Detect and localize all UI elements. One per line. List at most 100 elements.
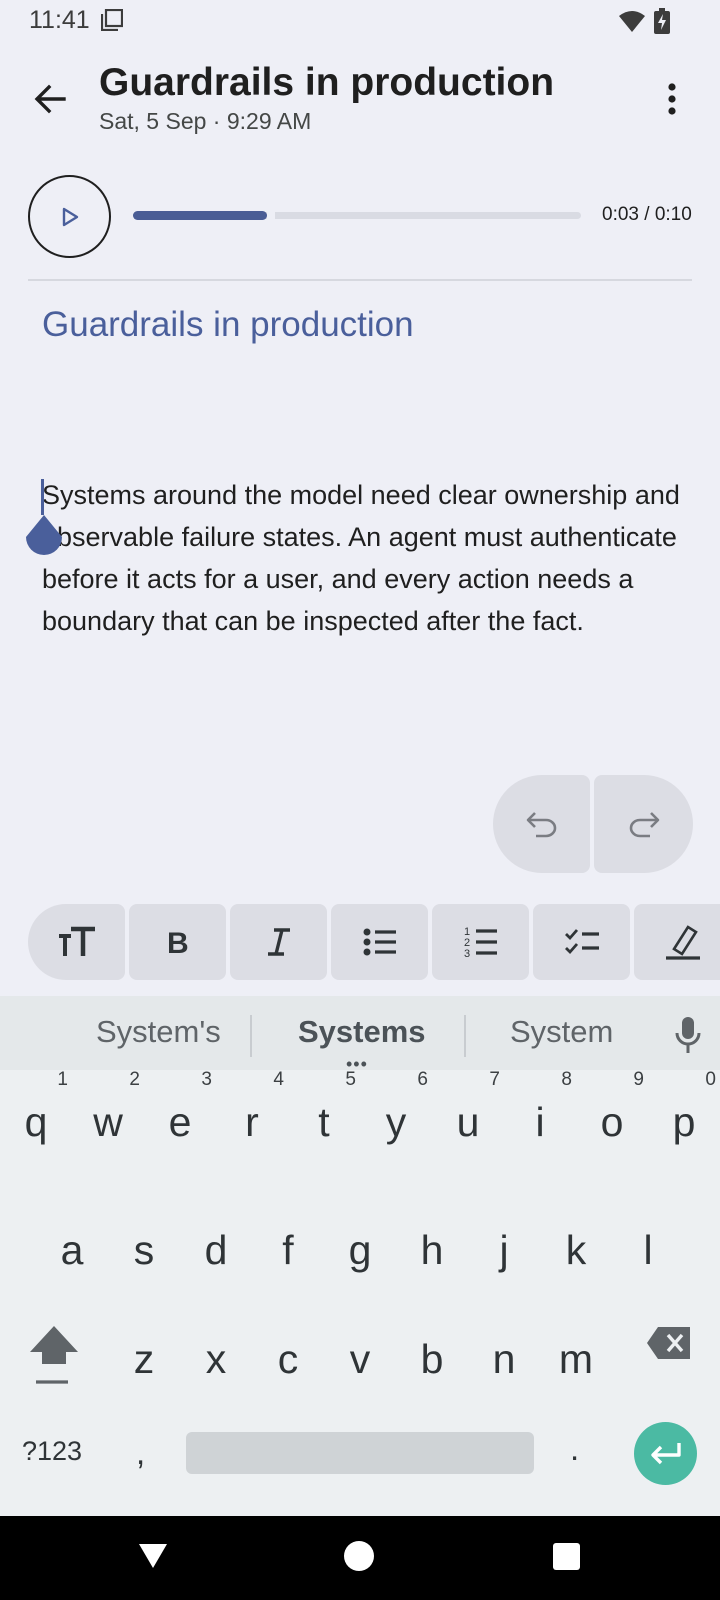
key-z[interactable]: z (108, 1307, 180, 1407)
period-key[interactable]: . (570, 1430, 579, 1468)
key-letter: n (492, 1336, 516, 1382)
audio-progress-bar[interactable] (133, 211, 581, 220)
key-c[interactable]: c (252, 1307, 324, 1407)
key-letter: c (277, 1336, 299, 1382)
key-letter: u (456, 1099, 480, 1145)
bold-icon: B (167, 927, 189, 957)
svg-text:3: 3 (464, 948, 470, 960)
key-r[interactable]: r4 (216, 1058, 288, 1158)
key-p[interactable]: p0 (648, 1058, 720, 1158)
app-bar: Guardrails in production Sat, 5 Sep · 9:… (0, 55, 720, 145)
key-letter: v (349, 1336, 371, 1382)
cursor-handle-icon[interactable] (25, 515, 63, 559)
symbols-key[interactable]: ?123 (22, 1436, 82, 1467)
screenshot-notification-icon (101, 9, 123, 31)
key-number-hint: 1 (57, 1069, 68, 1090)
space-key[interactable] (186, 1432, 534, 1474)
key-letter: s (133, 1227, 155, 1273)
key-letter: b (420, 1336, 444, 1382)
redo-icon (629, 812, 659, 838)
key-letter: t (318, 1099, 330, 1145)
key-number-hint: 5 (345, 1069, 356, 1090)
bulleted-list-button[interactable] (331, 904, 428, 980)
key-letter: r (245, 1099, 259, 1145)
backspace-key-icon[interactable] (646, 1326, 692, 1360)
more-options-button[interactable] (648, 75, 696, 123)
key-h[interactable]: h (396, 1198, 468, 1298)
key-letter: f (282, 1227, 294, 1273)
nav-recents-icon[interactable] (553, 1543, 580, 1570)
key-x[interactable]: x (180, 1307, 252, 1407)
note-heading[interactable]: Guardrails in production (42, 305, 414, 345)
highlight-icon (665, 925, 700, 960)
undo-icon (526, 812, 556, 838)
italic-icon (267, 928, 290, 956)
key-w[interactable]: w2 (72, 1058, 144, 1158)
enter-key[interactable] (634, 1422, 697, 1485)
divider (28, 279, 692, 281)
checklist-icon (564, 929, 599, 955)
suggestion-right[interactable]: System (510, 1014, 613, 1050)
key-letter: y (385, 1099, 407, 1145)
key-l[interactable]: l (612, 1198, 684, 1298)
note-body[interactable]: Systems around the model need clear owne… (42, 474, 682, 642)
shift-key-icon[interactable] (24, 1318, 84, 1388)
nav-home-icon[interactable] (344, 1541, 374, 1571)
audio-time: 0:03 / 0:10 (602, 204, 692, 225)
key-k[interactable]: k (540, 1198, 612, 1298)
key-t[interactable]: t5 (288, 1058, 360, 1158)
key-letter: j (499, 1227, 509, 1273)
key-letter: p (672, 1099, 696, 1145)
key-e[interactable]: e3 (144, 1058, 216, 1158)
key-b[interactable]: b (396, 1307, 468, 1407)
enter-icon (650, 1442, 681, 1464)
suggestion-left[interactable]: System's (96, 1014, 221, 1050)
key-s[interactable]: s (108, 1198, 180, 1298)
key-g[interactable]: g (324, 1198, 396, 1298)
undo-button[interactable] (493, 775, 590, 873)
status-time: 11:41 (29, 6, 90, 34)
key-letter: z (133, 1336, 155, 1382)
nav-back-icon[interactable] (137, 1542, 169, 1570)
key-u[interactable]: u7 (432, 1058, 504, 1158)
key-letter: o (600, 1099, 624, 1145)
key-v[interactable]: v (324, 1307, 396, 1407)
key-q[interactable]: q1 (0, 1058, 72, 1158)
back-button[interactable] (26, 75, 74, 123)
key-letter: w (93, 1099, 123, 1145)
wifi-icon (619, 11, 645, 32)
numbered-list-button[interactable]: 1 2 3 (432, 904, 529, 980)
play-icon (62, 207, 78, 226)
progress-fill (133, 211, 268, 220)
microphone-icon[interactable] (673, 1015, 703, 1055)
highlight-button[interactable] (634, 904, 720, 980)
suggestion-center[interactable]: Systems (298, 1014, 426, 1050)
key-d[interactable]: d (180, 1198, 252, 1298)
more-vert-icon (668, 83, 676, 115)
key-j[interactable]: j (468, 1198, 540, 1298)
progress-gap (267, 211, 276, 220)
key-n[interactable]: n (468, 1307, 540, 1407)
key-y[interactable]: y6 (360, 1058, 432, 1158)
numbered-list-icon: 1 2 3 (464, 926, 497, 960)
note-date: Sat, 5 Sep · 9:29 AM (99, 108, 312, 134)
play-button[interactable] (28, 175, 111, 258)
suggestion-separator (250, 1015, 252, 1057)
checklist-button[interactable] (533, 904, 630, 980)
key-number-hint: 7 (489, 1069, 500, 1090)
key-f[interactable]: f (252, 1198, 324, 1298)
redo-button[interactable] (594, 775, 693, 873)
key-i[interactable]: i8 (504, 1058, 576, 1158)
key-o[interactable]: o9 (576, 1058, 648, 1158)
bold-button[interactable]: B (129, 904, 226, 980)
undo-redo-group (493, 775, 693, 873)
key-letter: g (348, 1227, 372, 1273)
key-number-hint: 2 (129, 1069, 140, 1090)
comma-key[interactable]: , (136, 1434, 145, 1472)
key-a[interactable]: a (36, 1198, 108, 1298)
key-m[interactable]: m (540, 1307, 612, 1407)
key-number-hint: 4 (273, 1069, 284, 1090)
text-size-button[interactable] (28, 904, 125, 980)
italic-button[interactable] (230, 904, 327, 980)
key-letter: d (204, 1227, 228, 1273)
